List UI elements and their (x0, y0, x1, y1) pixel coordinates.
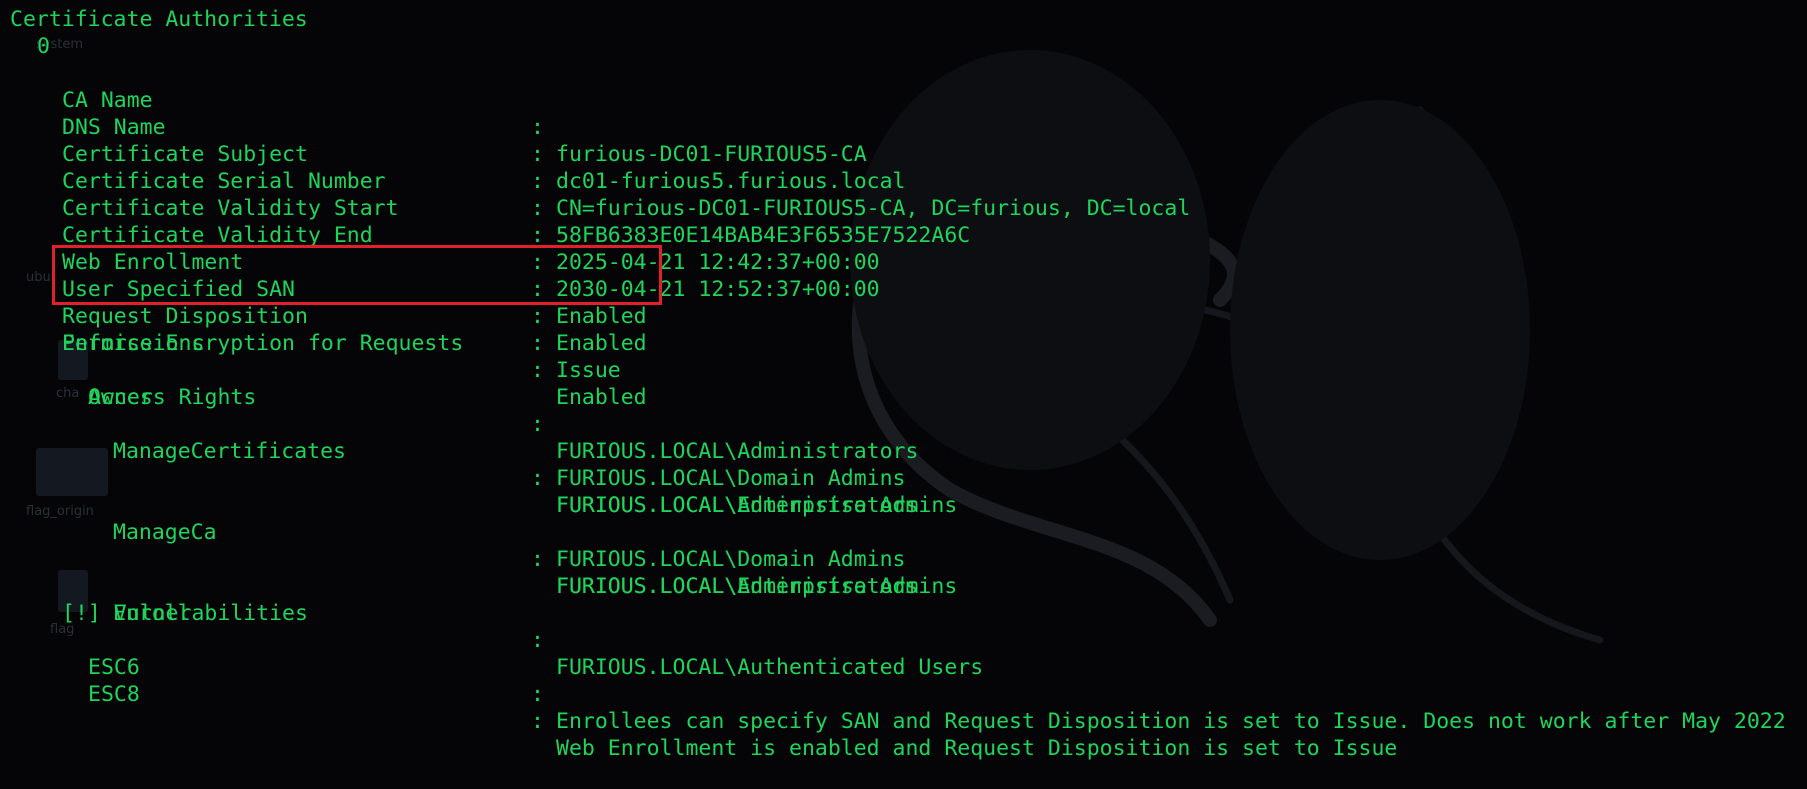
vulnerabilities-label: [!] Vulnerabilities (62, 601, 308, 626)
san-disposition-highlight-box (52, 245, 662, 305)
manage-certificates-row-continued: FURIOUS.LOCAL\Domain Admins (0, 438, 1807, 491)
field-row-validity-start: Certificate Validity Start : 2025-04-21 … (0, 168, 1807, 275)
field-value: Enabled (556, 385, 647, 410)
manage-ca-row: ManageCa : FURIOUS.LOCAL\Administrators (0, 492, 1807, 599)
field-key: ESC8 (88, 682, 140, 707)
field-value: Enabled (556, 331, 647, 356)
owner-row: Owner : FURIOUS.LOCAL\Administrators (0, 357, 1807, 464)
field-row-validity-end: Certificate Validity End : 2030-04-21 12… (0, 195, 1807, 302)
field-row-certificate-subject: Certificate Subject : CN=furious-DC01-FU… (0, 114, 1807, 221)
manage-ca-row-continued: FURIOUS.LOCAL\Enterprise Admins (0, 546, 1807, 599)
field-row-enforce-encryption: Enforce Encryption for Requests : Enable… (0, 303, 1807, 410)
field-row-serial-number: Certificate Serial Number : 58FB6383E0E1… (0, 141, 1807, 248)
previous-command-line: ▁▁ ▁▁▁▁▁ ▁▁▁▁ (30, 0, 341, 2)
terminal-output: ▁▁ ▁▁▁▁▁ ▁▁▁▁ system ubu cha flag_origin… (0, 0, 1807, 761)
access-rights-label: Access Rights (88, 385, 257, 410)
field-separator: : (531, 709, 544, 734)
manage-certificates-row: ManageCertificates : FURIOUS.LOCAL\Admin… (0, 411, 1807, 518)
manage-ca-row-continued: FURIOUS.LOCAL\Domain Admins (0, 519, 1807, 572)
ca-index: 0 (37, 34, 50, 59)
manage-certificates-row-continued: FURIOUS.LOCAL\Enterprise Admins (0, 465, 1807, 518)
field-value: Enrollees can specify SAN and Request Di… (556, 709, 1786, 734)
desktop-icon-label: cha (56, 386, 80, 401)
esc8-row: ESC8 : Web Enrollment is enabled and Req… (0, 654, 1807, 761)
section-heading: Certificate Authorities (10, 7, 308, 32)
esc6-row: ESC6 : Enrollees can specify SAN and Req… (0, 627, 1807, 734)
field-value: Web Enrollment is enabled and Request Di… (556, 736, 1398, 761)
permissions-label: Permissions (62, 331, 205, 356)
field-separator: : (531, 682, 544, 707)
field-row-dns-name: DNS Name : dc01-furious5.furious.local (0, 87, 1807, 194)
enroll-row: Enroll : FURIOUS.LOCAL\Authenticated Use… (0, 573, 1807, 680)
field-row-ca-name: CA Name : furious-DC01-FURIOUS5-CA (0, 60, 1807, 167)
field-separator: : (531, 331, 544, 356)
